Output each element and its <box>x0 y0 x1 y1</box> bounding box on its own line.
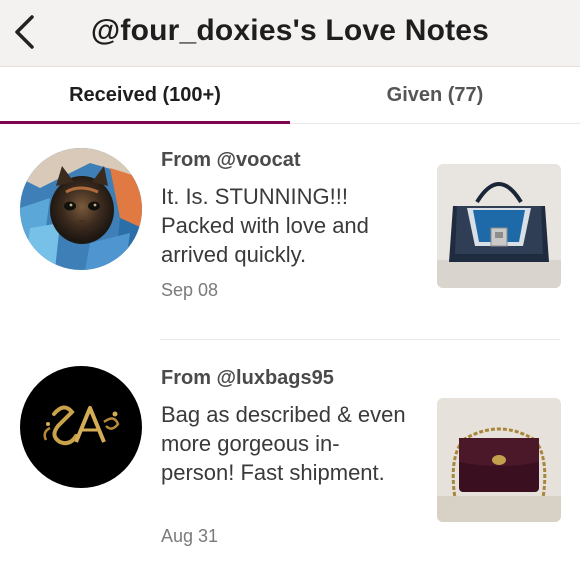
note-sender: From @luxbags95 <box>161 367 334 389</box>
burgundy-chain-bag-image[interactable] <box>437 398 561 522</box>
blue-handbag-image[interactable] <box>437 164 561 288</box>
love-note-item: From @luxbags95 Bag as described & even … <box>0 340 580 580</box>
note-message: Bag as described & even more gorgeous in… <box>161 402 406 485</box>
header-bar: @four_doxies's Love Notes <box>0 0 580 67</box>
sa-monogram-avatar[interactable] <box>20 366 142 488</box>
note-date: Sep 08 <box>161 280 219 300</box>
tab-bar: Received (100+) Given (77) <box>0 67 580 124</box>
note-sender: From @voocat <box>161 149 301 171</box>
tab-received[interactable]: Received (100+) <box>0 67 290 123</box>
cat-avatar[interactable] <box>20 148 142 270</box>
tab-given[interactable]: Given (77) <box>290 67 580 123</box>
page-title: @four_doxies's Love Notes <box>90 14 490 47</box>
love-note-item: From @voocat It. Is. STUNNING!!! Packed … <box>0 124 580 340</box>
note-message: It. Is. STUNNING!!! Packed with love and… <box>161 184 369 267</box>
note-date: Aug 31 <box>161 526 219 546</box>
